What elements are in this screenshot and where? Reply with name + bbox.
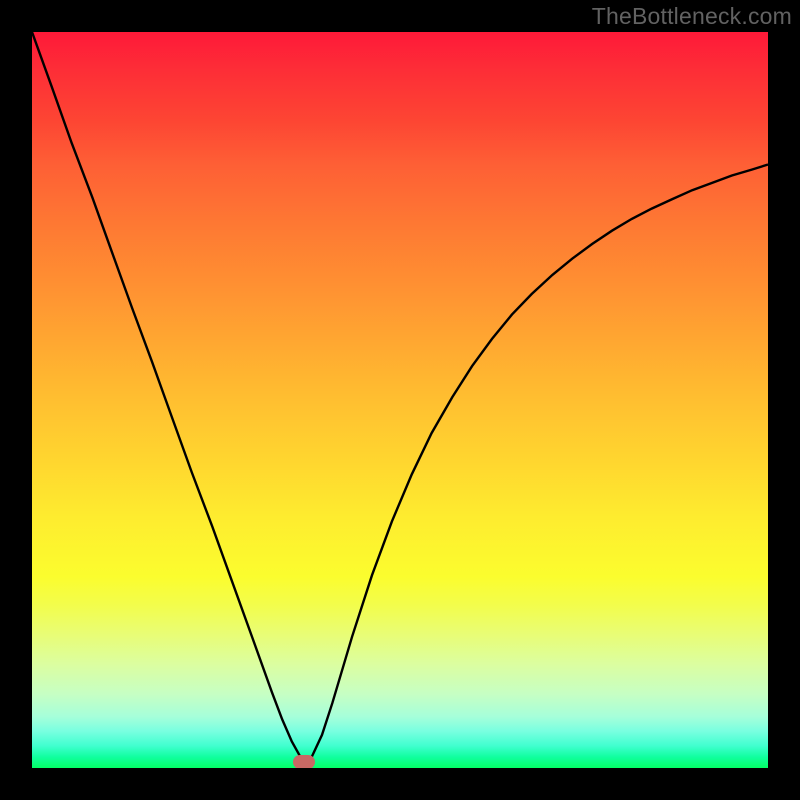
curve-layer [32,32,768,768]
bottleneck-curve [32,32,768,762]
optimal-marker [293,755,315,768]
plot-area [32,32,768,768]
chart-frame: TheBottleneck.com [0,0,800,800]
watermark-text: TheBottleneck.com [592,3,792,30]
